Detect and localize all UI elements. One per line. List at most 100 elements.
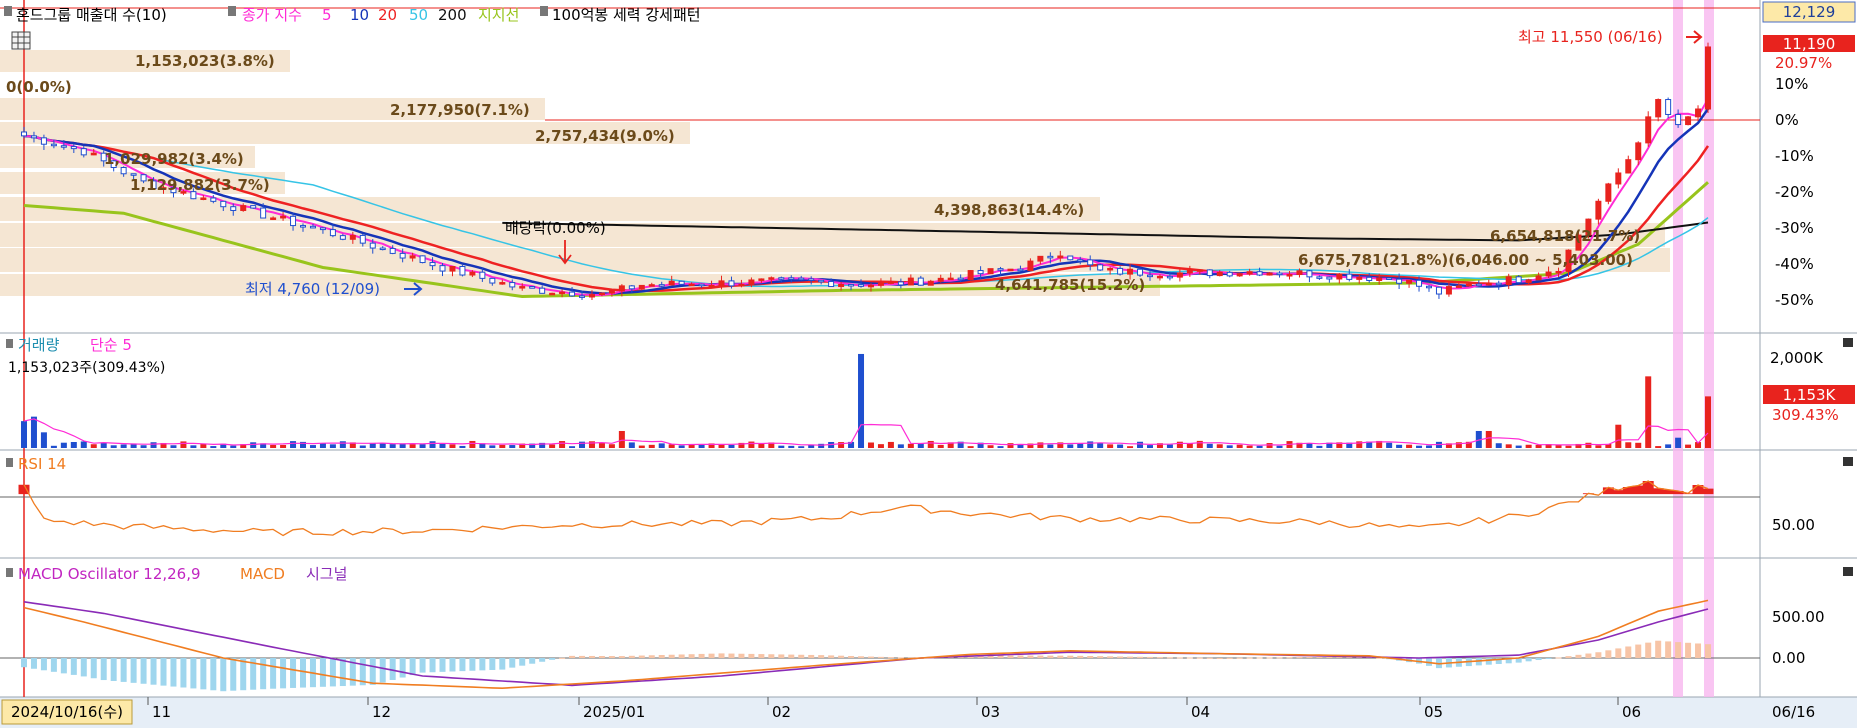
macd-oscillator-bar <box>628 655 635 658</box>
macd-oscillator-bar <box>1166 657 1173 659</box>
volume-bar <box>1047 444 1054 448</box>
macd-oscillator-bar <box>1585 653 1592 658</box>
volume-last-pct: 309.43% <box>1772 406 1839 424</box>
resistance-label: 지지선 <box>478 6 519 24</box>
macd-oscillator-bar <box>1645 642 1652 658</box>
vp-label: 1,153,023(3.8%) <box>135 52 275 70</box>
current-price-text: 12,129 <box>1783 3 1836 21</box>
volume-bar <box>877 444 884 448</box>
macd-oscillator-bar <box>708 653 715 658</box>
volume-bar <box>1037 442 1044 448</box>
collapse-icon[interactable] <box>1843 457 1853 466</box>
macd-oscillator-bar <box>1117 656 1124 658</box>
macd-oscillator-bar <box>897 657 904 659</box>
candle-up <box>1505 276 1512 286</box>
y-tick: -30% <box>1775 219 1814 237</box>
volume-bar <box>90 444 97 448</box>
macd-oscillator-bar <box>887 657 894 659</box>
candle-up <box>1645 116 1652 144</box>
x-tick: 04 <box>1191 703 1210 721</box>
candle-down <box>1346 273 1353 280</box>
candle-up <box>1445 286 1452 295</box>
candle-down <box>459 265 466 276</box>
macd-oscillator-bar <box>678 654 685 658</box>
volume-bar <box>419 444 426 448</box>
volume-bar <box>1595 445 1602 448</box>
volume-bar <box>698 444 705 448</box>
volume-bar <box>1525 444 1532 448</box>
candle-up <box>1266 272 1273 276</box>
volume-bar <box>270 444 277 448</box>
candle-down <box>1117 267 1124 275</box>
macd-oscillator-bar <box>698 653 705 658</box>
volume-bar <box>429 441 436 448</box>
vp-label: 6,654,818(21.7%) <box>1490 227 1640 245</box>
candle-up <box>499 282 506 285</box>
macd-oscillator-bar <box>1525 658 1532 662</box>
candle-down <box>1326 276 1333 280</box>
macd-oscillator-bar <box>1176 657 1183 659</box>
candle-down <box>798 277 805 281</box>
macd-oscillator-bar <box>290 658 297 688</box>
volume-bar <box>798 446 805 448</box>
volume-bar <box>21 421 27 448</box>
macd-y-tick: 0.00 <box>1772 649 1805 667</box>
candle-down <box>997 268 1004 271</box>
candle-up <box>867 284 874 288</box>
volume-bar <box>389 444 396 448</box>
candle-up <box>270 217 277 220</box>
macd-oscillator-bar <box>270 658 277 689</box>
collapse-icon[interactable] <box>1843 338 1853 347</box>
candle-down <box>539 287 546 294</box>
macd-oscillator-bar <box>1695 643 1702 658</box>
grid-icon[interactable] <box>11 31 31 50</box>
candle-down <box>419 255 426 264</box>
series-marker <box>6 568 13 577</box>
macd-oscillator-bar <box>1705 644 1711 658</box>
volume-bar <box>200 444 207 448</box>
candle-up <box>708 284 715 288</box>
y-tick: 0% <box>1775 111 1799 129</box>
macd-oscillator-bar <box>618 656 625 658</box>
candle-up <box>598 292 605 296</box>
volume-bar <box>1386 442 1393 448</box>
macd-oscillator-bar <box>409 658 416 676</box>
volume-bar <box>150 442 157 448</box>
candle-down <box>389 247 396 254</box>
volume-bar <box>1505 444 1512 448</box>
ma5-label: 5 <box>322 6 332 24</box>
stock-chart[interactable]: 혼드그룹 매출대 수(10) 종가 지수 5 10 20 50 200 지지선 … <box>0 0 1857 728</box>
highlight-column <box>1673 0 1683 697</box>
macd-oscillator-bar <box>1077 655 1084 658</box>
volume-bar <box>658 443 665 448</box>
macd-oscillator-bar <box>828 655 835 658</box>
macd-oscillator-bar <box>210 658 217 691</box>
macd-oscillator-bar <box>539 658 546 662</box>
volume-bar <box>618 430 625 448</box>
candle-up <box>618 285 625 292</box>
ma-label: 종가 지수 <box>242 6 302 24</box>
candle-down <box>260 207 267 219</box>
candle-down <box>1097 264 1104 271</box>
macd-oscillator-bar <box>1485 658 1492 665</box>
candle-down <box>678 280 685 285</box>
volume-bar <box>1425 445 1432 448</box>
candle-down <box>369 242 376 249</box>
macd-oscillator-bar <box>90 658 97 679</box>
macd-oscillator-bar <box>848 655 855 658</box>
macd-oscillator-bar <box>1146 656 1153 658</box>
candle-down <box>628 285 635 290</box>
candle-down <box>1306 270 1313 278</box>
candle-down <box>70 146 77 150</box>
volume-bar <box>290 441 297 448</box>
collapse-icon[interactable] <box>1843 567 1853 576</box>
candle-down <box>917 277 924 286</box>
rsi-title: RSI 14 <box>18 455 66 473</box>
volume-bar <box>1705 396 1711 448</box>
macd-oscillator-bar <box>638 655 645 658</box>
candle-up <box>1485 282 1492 286</box>
vp-label: 1,129,882(3.7%) <box>130 176 270 194</box>
volume-bar <box>359 445 366 448</box>
candle-up <box>638 284 645 290</box>
macd-oscillator-bar <box>70 658 77 675</box>
